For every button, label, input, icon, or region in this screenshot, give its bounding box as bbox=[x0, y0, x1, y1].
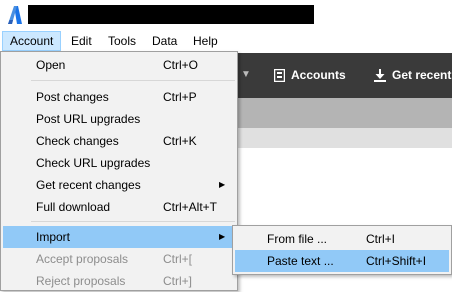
menu-item-check-url-upgrades[interactable]: Check URL upgrades bbox=[3, 152, 235, 174]
menu-item-label: Accept proposals bbox=[36, 252, 129, 266]
menu-item-get-recent-changes[interactable]: Get recent changes ▶ bbox=[3, 174, 235, 196]
menu-item-reject-proposals[interactable]: Reject proposals Ctrl+] bbox=[3, 270, 235, 292]
app-logo-icon bbox=[8, 6, 22, 24]
menu-tools[interactable]: Tools bbox=[101, 31, 143, 51]
import-submenu: From file ... Ctrl+I Paste text ... Ctrl… bbox=[232, 225, 452, 275]
accounts-icon bbox=[273, 68, 286, 83]
submenu-item-paste-text[interactable]: Paste text ... Ctrl+Shift+I bbox=[235, 250, 449, 272]
submenu-item-shortcut: Ctrl+I bbox=[366, 232, 396, 246]
dropdown-arrow-icon: ▼ bbox=[241, 69, 251, 80]
title-bar bbox=[0, 0, 452, 31]
get-recent-button-label: Get recent bbox=[392, 68, 452, 82]
menu-item-shortcut: Ctrl+[ bbox=[163, 252, 193, 266]
menu-bar: Account Edit Tools Data Help bbox=[0, 31, 452, 51]
menu-separator bbox=[31, 80, 235, 81]
submenu-item-shortcut: Ctrl+Shift+I bbox=[366, 254, 427, 268]
menu-item-shortcut: Ctrl+O bbox=[163, 58, 199, 72]
menu-item-open[interactable]: Open Ctrl+O bbox=[3, 54, 235, 76]
menu-help[interactable]: Help bbox=[186, 31, 225, 51]
chevron-right-icon: ▶ bbox=[219, 180, 226, 189]
account-menu: Open Ctrl+O Post changes Ctrl+P Post URL… bbox=[0, 51, 238, 291]
menu-account[interactable]: Account bbox=[2, 31, 61, 51]
menu-item-accept-proposals[interactable]: Accept proposals Ctrl+[ bbox=[3, 248, 235, 270]
content-header bbox=[237, 128, 452, 148]
chevron-right-icon: ▶ bbox=[219, 232, 226, 241]
submenu-item-label: Paste text ... bbox=[267, 254, 334, 268]
get-recent-button[interactable]: Get recent bbox=[374, 53, 451, 98]
submenu-item-label: From file ... bbox=[267, 232, 328, 246]
menu-item-shortcut: Ctrl+Alt+T bbox=[163, 200, 218, 214]
window-title-redacted bbox=[28, 5, 314, 24]
toolbar-subbar bbox=[237, 98, 452, 128]
menu-item-label: Import bbox=[36, 230, 71, 244]
menu-item-label: Get recent changes bbox=[36, 178, 141, 192]
menu-data[interactable]: Data bbox=[145, 31, 184, 51]
menu-item-shortcut: Ctrl+K bbox=[163, 134, 197, 148]
menu-item-label: Reject proposals bbox=[36, 274, 126, 288]
app-toolbar: ▼ Accounts Get recent bbox=[237, 53, 452, 98]
menu-item-label: Check URL upgrades bbox=[36, 156, 151, 170]
download-icon bbox=[374, 69, 386, 82]
menu-item-label: Check changes bbox=[36, 134, 119, 148]
accounts-button-label: Accounts bbox=[291, 68, 346, 82]
menu-item-post-url-upgrades[interactable]: Post URL upgrades bbox=[3, 108, 235, 130]
menu-separator bbox=[31, 221, 235, 222]
menu-item-import[interactable]: Import ▶ bbox=[3, 226, 235, 248]
menu-item-check-changes[interactable]: Check changes Ctrl+K bbox=[3, 130, 235, 152]
submenu-item-from-file[interactable]: From file ... Ctrl+I bbox=[235, 228, 449, 250]
menu-item-label: Post URL upgrades bbox=[36, 112, 141, 126]
menu-item-label: Open bbox=[36, 58, 66, 72]
menu-item-label: Post changes bbox=[36, 90, 109, 104]
menu-item-shortcut: Ctrl+] bbox=[163, 274, 193, 288]
menu-item-shortcut: Ctrl+P bbox=[163, 90, 197, 104]
menu-item-full-download[interactable]: Full download Ctrl+Alt+T bbox=[3, 196, 235, 218]
accounts-button[interactable]: Accounts bbox=[273, 53, 346, 98]
menu-item-post-changes[interactable]: Post changes Ctrl+P bbox=[3, 86, 235, 108]
menu-edit[interactable]: Edit bbox=[64, 31, 99, 51]
menu-item-label: Full download bbox=[36, 200, 111, 214]
